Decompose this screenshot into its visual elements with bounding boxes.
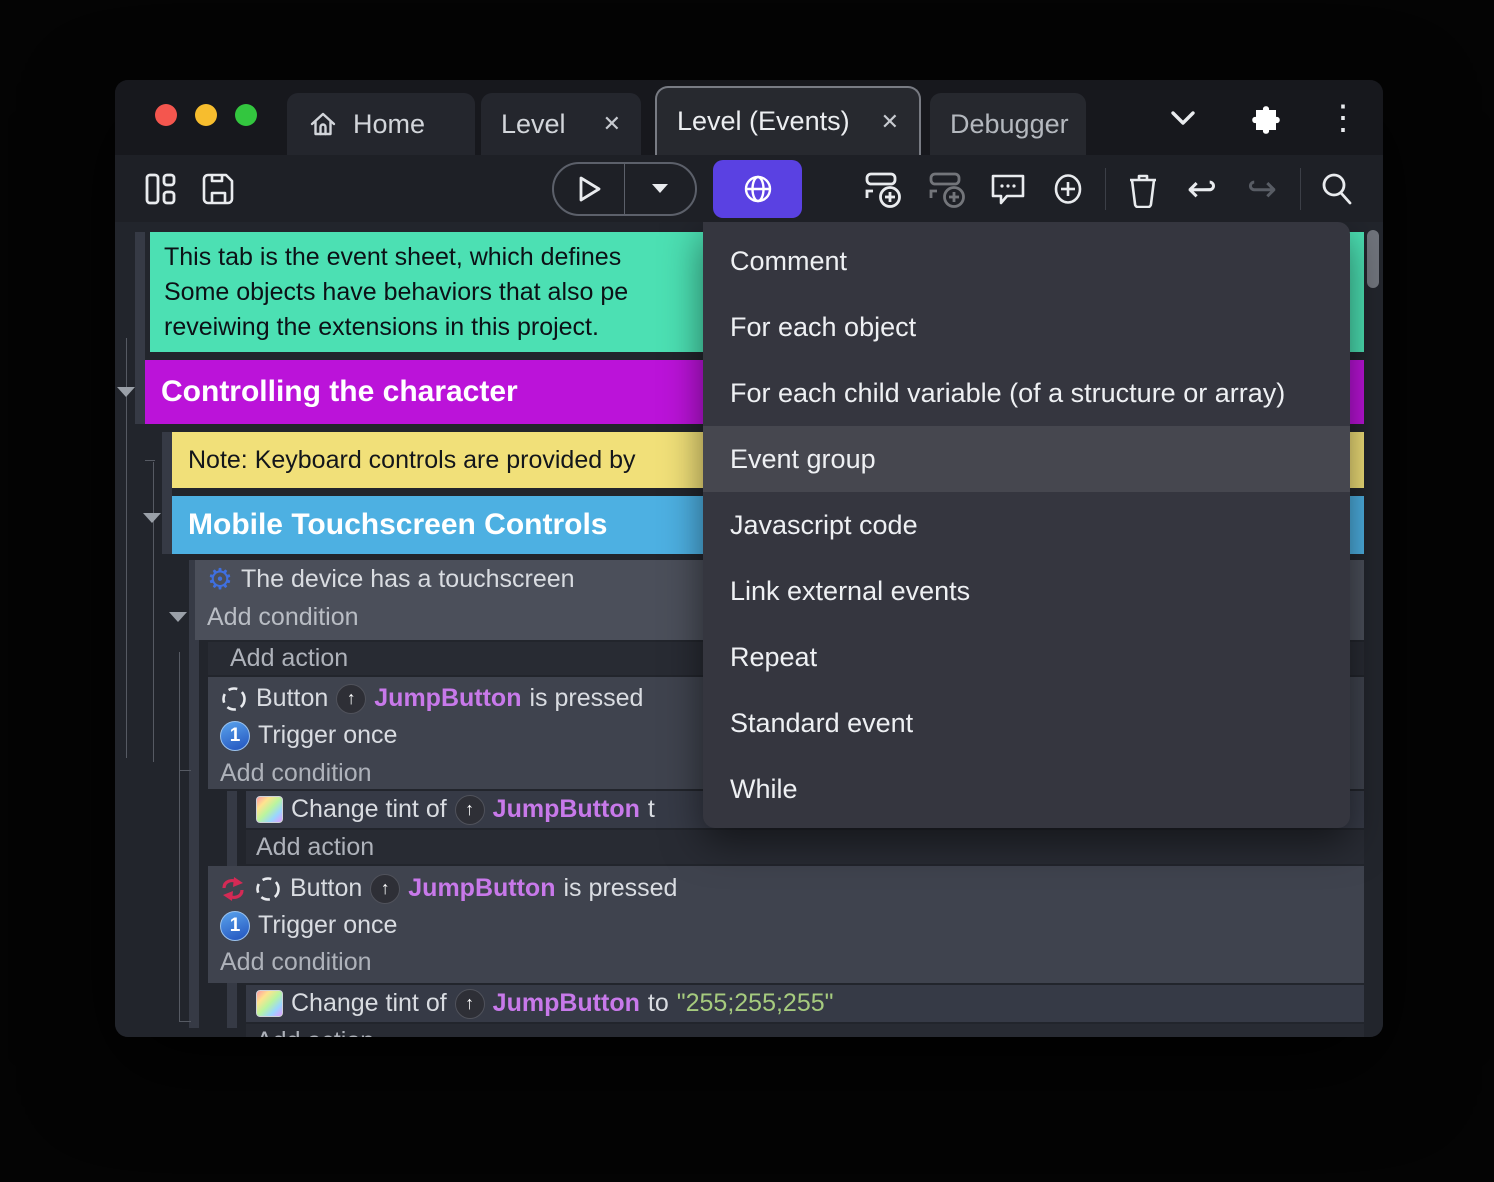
jumpbutton-object-icon: ↑ <box>454 988 485 1019</box>
menu-item-while[interactable]: While <box>703 756 1350 822</box>
add-event-context-menu: Comment For each object For each child v… <box>703 222 1350 828</box>
delete-trash-icon[interactable] <box>1117 163 1169 215</box>
preview-split-button <box>552 162 697 216</box>
collapse-triangle-event[interactable] <box>169 612 187 622</box>
add-action-row-2[interactable]: Add action <box>246 830 1364 864</box>
tree-line <box>145 460 155 461</box>
menu-item-repeat[interactable]: Repeat <box>703 624 1350 690</box>
menu-item-link-external-events[interactable]: Link external events <box>703 558 1350 624</box>
window-close-button[interactable] <box>155 104 177 126</box>
tab-bar: Home Level ✕ Level (Events) ✕ Debugger ⋮ <box>115 80 1383 155</box>
event2-suffix: is pressed <box>563 874 678 902</box>
event1-suffix: is pressed <box>529 684 644 712</box>
tab-home-label: Home <box>353 108 426 139</box>
tab-level-events-close-icon[interactable]: ✕ <box>881 109 899 135</box>
window-zoom-button[interactable] <box>235 104 257 126</box>
tree-line <box>179 1021 191 1022</box>
event2-target: JumpButton <box>408 874 556 902</box>
group2-title: Mobile Touchscreen Controls <box>188 508 608 541</box>
search-icon[interactable] <box>1311 163 1363 215</box>
tint1-suffix: t <box>647 795 655 823</box>
event-sheet: This tab is the event sheet, which defin… <box>115 222 1383 1037</box>
tint-color-icon <box>256 990 283 1017</box>
add-comment-icon[interactable] <box>982 163 1034 215</box>
menu-item-javascript-code[interactable]: Javascript code <box>703 492 1350 558</box>
preview-options-caret-icon[interactable] <box>625 164 695 214</box>
screenshot-stage: Home Level ✕ Level (Events) ✕ Debugger ⋮… <box>0 0 1494 1182</box>
touch-button-icon <box>220 685 248 713</box>
toolbar-separator <box>1105 168 1106 210</box>
jumpbutton-object-icon: ↑ <box>454 794 485 825</box>
tree-line <box>153 462 154 762</box>
layout-panels-icon[interactable] <box>135 163 187 215</box>
indent-guide <box>135 232 145 424</box>
menu-item-comment[interactable]: Comment <box>703 228 1350 294</box>
scrollbar-thumb[interactable] <box>1367 230 1379 288</box>
redo-icon[interactable]: ↪ <box>1236 163 1288 215</box>
touch-button-icon <box>254 875 282 903</box>
add-sub-event-icon[interactable] <box>923 163 975 215</box>
collapse-triangle-group2[interactable] <box>143 513 161 523</box>
tint2-value: "255;255;255" <box>676 989 834 1017</box>
app-window: Home Level ✕ Level (Events) ✕ Debugger ⋮… <box>115 80 1383 1037</box>
menu-item-for-each-object[interactable]: For each object <box>703 294 1350 360</box>
add-action-circle-icon[interactable] <box>1042 163 1094 215</box>
trigger-once-icon: 1 <box>220 910 250 941</box>
event2-object: Button <box>290 874 363 902</box>
collapse-triangle-group1[interactable] <box>117 387 135 397</box>
toolbar: ↩ ↪ <box>115 155 1383 222</box>
event1-object: Button <box>256 684 329 712</box>
tab-level-events[interactable]: Level (Events) ✕ <box>655 86 921 155</box>
add-action-row-3[interactable]: Add action <box>246 1024 1364 1037</box>
tab-list-chevron-down-icon[interactable] <box>1159 94 1207 142</box>
tab-home[interactable]: Home <box>287 93 475 155</box>
menu-item-standard-event[interactable]: Standard event <box>703 690 1350 756</box>
tab-level-label: Level <box>501 108 566 139</box>
add-event-icon[interactable] <box>859 163 911 215</box>
event2-trigger: Trigger once <box>258 911 398 939</box>
vertical-scrollbar[interactable] <box>1366 222 1380 1037</box>
tab-debugger[interactable]: Debugger <box>930 93 1086 155</box>
add-condition-link-3[interactable]: Add condition <box>208 944 1364 980</box>
tint2-prefix: Change tint of <box>291 989 447 1017</box>
tint1-target: JumpButton <box>492 795 640 823</box>
add-action-link-2[interactable]: Add action <box>246 830 1364 864</box>
trigger-once-icon: 1 <box>220 720 250 751</box>
main-menu-kebab-icon[interactable]: ⋮ <box>1319 94 1367 142</box>
jumpbutton-object-icon: ↑ <box>370 873 401 904</box>
tab-debugger-label: Debugger <box>950 108 1069 139</box>
tint2-to: to <box>647 989 669 1017</box>
condition-text: The device has a touchscreen <box>241 565 575 593</box>
event1-trigger: Trigger once <box>258 721 398 749</box>
group1-title: Controlling the character <box>161 375 518 408</box>
addons-puzzle-icon[interactable] <box>1239 94 1287 142</box>
jumpbutton-object-icon: ↑ <box>336 683 367 714</box>
system-gear-icon: ⚙ <box>207 563 233 596</box>
menu-item-event-group[interactable]: Event group <box>703 426 1350 492</box>
tab-level[interactable]: Level ✕ <box>481 93 641 155</box>
undo-icon[interactable]: ↩ <box>1176 163 1228 215</box>
note-text: Note: Keyboard controls are provided by <box>188 445 636 474</box>
add-action-link-3[interactable]: Add action <box>246 1024 1364 1038</box>
tint2-target: JumpButton <box>492 989 640 1017</box>
tree-line <box>179 652 180 1022</box>
tree-line <box>179 770 191 771</box>
save-icon[interactable] <box>193 163 245 215</box>
menu-item-for-each-child-variable[interactable]: For each child variable (of a structure … <box>703 360 1350 426</box>
tree-line <box>126 338 127 758</box>
home-icon <box>307 108 339 140</box>
indent-guide <box>162 432 172 554</box>
action-change-tint-2[interactable]: Change tint of ↑ JumpButton to "255;255;… <box>246 985 1364 1022</box>
preview-play-button[interactable] <box>554 164 624 214</box>
event1-target: JumpButton <box>374 684 522 712</box>
tab-level-events-label: Level (Events) <box>677 106 850 136</box>
tint-color-icon <box>256 796 283 823</box>
toolbar-separator-2 <box>1300 168 1301 210</box>
tab-level-close-icon[interactable]: ✕ <box>603 111 621 137</box>
tint1-prefix: Change tint of <box>291 795 447 823</box>
window-minimize-button[interactable] <box>195 104 217 126</box>
invert-condition-icon <box>220 875 246 903</box>
event-block-jumpbutton-2[interactable]: Button ↑ JumpButton is pressed 1 Trigger… <box>208 866 1364 983</box>
preview-browser-globe-button[interactable] <box>713 160 802 218</box>
